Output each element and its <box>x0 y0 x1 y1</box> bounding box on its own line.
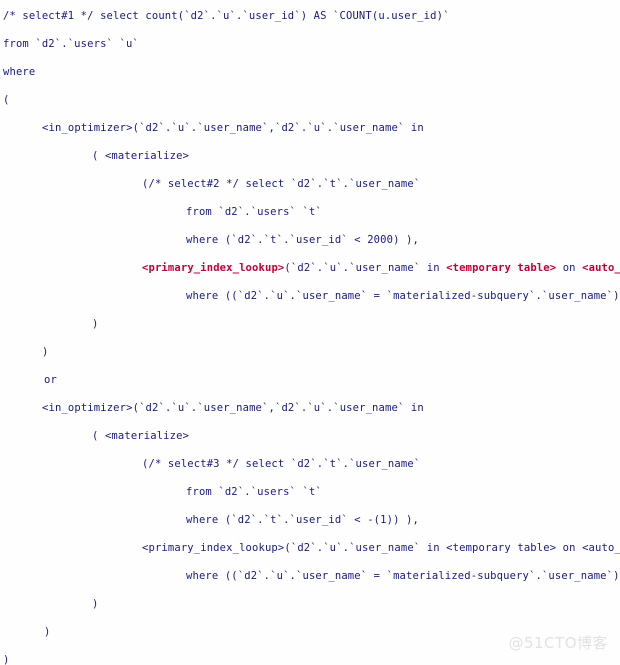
code-line: where (`d2`.`t`.`user_id` < -(1)) ), <box>0 506 620 534</box>
code-token: ( <materialize> <box>92 430 190 442</box>
code-line: where ((`d2`.`u`.`user_name` = `material… <box>0 282 620 310</box>
code-token: <in_optimizer>(`d2`.`u`.`user_name`,`d2`… <box>42 402 424 414</box>
code-line: <primary_index_lookup>(`d2`.`u`.`user_na… <box>0 534 620 562</box>
site-watermark: @51CTO博客 <box>508 634 608 652</box>
code-token: where ((`d2`.`u`.`user_name` = `material… <box>186 290 620 302</box>
code-token: (/* select#2 */ select `d2`.`t`.`user_na… <box>142 178 421 190</box>
code-line: where ((`d2`.`u`.`user_name` = `material… <box>0 562 620 590</box>
code-line: (/* select#3 */ select `d2`.`t`.`user_na… <box>0 450 620 478</box>
code-token: <in_optimizer>(`d2`.`u`.`user_name`,`d2`… <box>42 122 424 134</box>
code-line: <in_optimizer>(`d2`.`u`.`user_name`,`d2`… <box>0 114 620 142</box>
code-token: ) <box>92 318 99 330</box>
sql-explain-code-block[interactable]: /* select#1 */ select count(`d2`.`u`.`us… <box>0 0 620 665</box>
code-line: ) <box>0 590 620 618</box>
screenshot-root: /* select#1 */ select count(`d2`.`u`.`us… <box>0 0 620 665</box>
code-line: where (`d2`.`t`.`user_id` < 2000) ), <box>0 226 620 254</box>
code-token: ) <box>92 598 99 610</box>
code-token: or <box>44 374 57 386</box>
code-token: where (`d2`.`t`.`user_id` < -(1)) ), <box>186 514 419 526</box>
code-token: /* select#1 */ select count(`d2`.`u`.`us… <box>3 10 450 22</box>
code-line: from `d2`.`users` `t` <box>0 478 620 506</box>
code-token: where (`d2`.`t`.`user_id` < 2000) ), <box>186 234 419 246</box>
code-highlight-token: <auto_key> <box>582 262 620 274</box>
code-line: ) <box>0 338 620 366</box>
code-line: /* select#1 */ select count(`d2`.`u`.`us… <box>0 2 620 30</box>
code-token: from `d2`.`users` `t` <box>186 486 322 498</box>
code-line: where <box>0 58 620 86</box>
code-line: or <box>0 366 620 394</box>
code-line: from `d2`.`users` `t` <box>0 198 620 226</box>
code-line: (/* select#2 */ select `d2`.`t`.`user_na… <box>0 170 620 198</box>
code-token: ) <box>3 654 10 665</box>
code-line: <primary_index_lookup>(`d2`.`u`.`user_na… <box>0 254 620 282</box>
code-token: from `d2`.`users` `t` <box>186 206 322 218</box>
code-token: ) <box>44 626 51 638</box>
code-token: <primary_index_lookup>(`d2`.`u`.`user_na… <box>142 542 620 554</box>
code-token: where <box>3 66 36 78</box>
code-line: <in_optimizer>(`d2`.`u`.`user_name`,`d2`… <box>0 394 620 422</box>
code-token: from `d2`.`users` `u` <box>3 38 139 50</box>
code-token: on <box>556 262 583 274</box>
code-line: from `d2`.`users` `u` <box>0 30 620 58</box>
code-highlight-token: primary_index_lookup <box>148 262 278 274</box>
code-highlight-token: <temporary table> <box>446 262 557 274</box>
code-token: ) <box>42 346 49 358</box>
code-line: ) <box>0 310 620 338</box>
code-token: (/* select#3 */ select `d2`.`t`.`user_na… <box>142 458 421 470</box>
code-line: ( <materialize> <box>0 142 620 170</box>
code-token: ( <materialize> <box>92 150 190 162</box>
code-token: (`d2`.`u`.`user_name` in <box>284 262 447 274</box>
code-token: where ((`d2`.`u`.`user_name` = `material… <box>186 570 620 582</box>
code-line: ( <materialize> <box>0 422 620 450</box>
code-token: ( <box>3 94 10 106</box>
code-line: ( <box>0 86 620 114</box>
